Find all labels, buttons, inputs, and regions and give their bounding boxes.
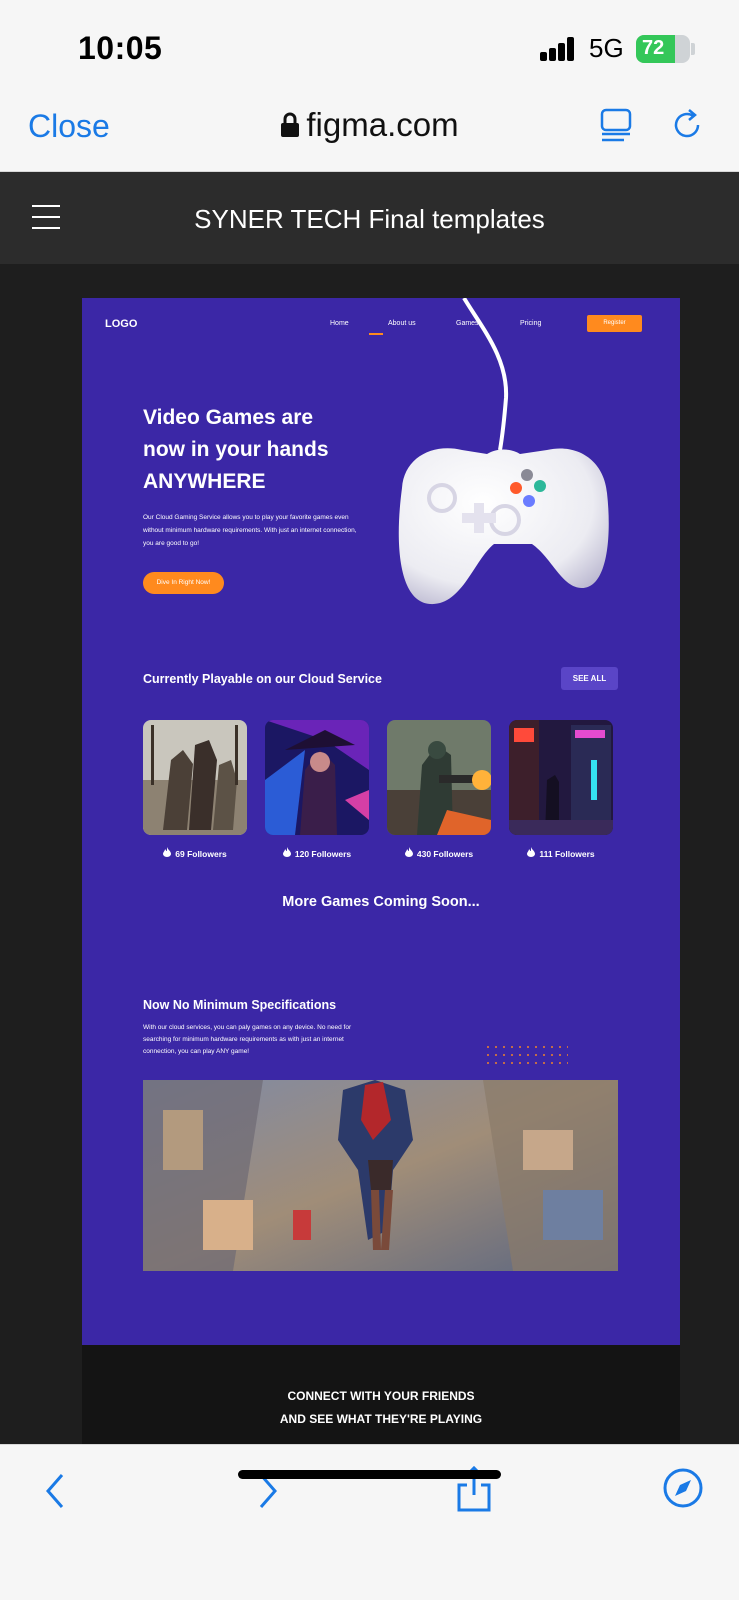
reload-icon[interactable]: [672, 108, 704, 147]
connect-section: CONNECT WITH YOUR FRIENDS AND SEE WHAT T…: [82, 1345, 680, 1444]
site-logo[interactable]: LOGO: [105, 318, 137, 330]
dot-pattern: [484, 1043, 568, 1069]
prototype-canvas[interactable]: LOGO Home About us Games Pricing Registe…: [0, 264, 739, 1444]
network-label: 5G: [589, 33, 624, 63]
followers-count: 69 Followers: [143, 847, 247, 859]
followers-label: 430 Followers: [416, 849, 474, 859]
game-card[interactable]: 120 Followers: [265, 720, 369, 859]
prototype-header: SYNER TECH Final templates: [0, 172, 739, 264]
home-indicator[interactable]: [238, 1470, 501, 1479]
prototype-title: SYNER TECH Final templates: [194, 204, 545, 234]
battery-nub: [691, 43, 695, 55]
coming-soon-heading: More Games Coming Soon...: [282, 894, 480, 910]
status-bar: 10:05 5G 72: [0, 0, 739, 90]
specs-description: With our cloud services, you can paly ga…: [143, 1024, 352, 1055]
city-hero-image: [143, 1080, 618, 1271]
see-all-button[interactable]: SEE ALL: [561, 667, 618, 690]
url-text: figma.com: [306, 106, 459, 143]
dive-in-button[interactable]: Dive In Right Now!: [143, 572, 224, 594]
signal-icon: [540, 37, 576, 61]
game-card[interactable]: 69 Followers: [143, 720, 247, 859]
connect-line2: AND SEE WHAT THEY'RE PLAYING: [279, 1412, 483, 1426]
followers-count: 120 Followers: [265, 847, 369, 859]
followers-label: 69 Followers: [175, 849, 227, 859]
hero-title-line1: Video Games are: [143, 406, 314, 429]
game-thumbnail: [143, 720, 247, 835]
nav-home[interactable]: Home: [330, 320, 349, 327]
followers-count: 111 Followers: [509, 847, 613, 859]
followers-count: 430 Followers: [387, 847, 491, 859]
specs-title: Now No Minimum Specifications: [143, 998, 337, 1012]
flame-icon: [282, 847, 291, 859]
followers-label: 120 Followers: [294, 849, 352, 859]
game-card[interactable]: 430 Followers: [387, 720, 491, 859]
back-icon[interactable]: [42, 1471, 68, 1516]
battery-icon: 72: [636, 35, 690, 63]
reader-icon[interactable]: [600, 108, 632, 147]
flame-icon: [404, 847, 413, 859]
nav-active-indicator: [369, 333, 383, 335]
playable-section-title: Currently Playable on our Cloud Service: [143, 672, 382, 686]
website-frame: LOGO Home About us Games Pricing Registe…: [82, 298, 680, 1345]
flame-icon: [527, 847, 536, 859]
hero-title-line2: now in your hands: [143, 438, 329, 461]
game-thumbnail: [265, 720, 369, 835]
status-time: 10:05: [78, 30, 163, 66]
battery-percent: 72: [642, 37, 665, 59]
game-thumbnail: [387, 720, 491, 835]
connect-line1: CONNECT WITH YOUR FRIENDS: [287, 1389, 475, 1403]
connect-heading: CONNECT WITH YOUR FRIENDS AND SEE WHAT T…: [82, 1385, 680, 1431]
lock-icon: [280, 108, 300, 146]
safari-toolbar: [0, 1444, 739, 1600]
game-controller-image: [382, 298, 680, 633]
flame-icon: [163, 847, 172, 859]
game-card[interactable]: 111 Followers: [509, 720, 613, 859]
game-thumbnail: [509, 720, 613, 835]
hero-title-line3: ANYWHERE: [143, 470, 266, 493]
compass-icon[interactable]: [662, 1467, 704, 1514]
hero-description: Our Cloud Gaming Service allows you to p…: [143, 514, 357, 547]
safari-header: Close figma.com: [0, 90, 739, 172]
followers-label: 111 Followers: [539, 849, 595, 859]
hero-title: Video Games are now in your hands ANYWHE…: [143, 402, 383, 498]
